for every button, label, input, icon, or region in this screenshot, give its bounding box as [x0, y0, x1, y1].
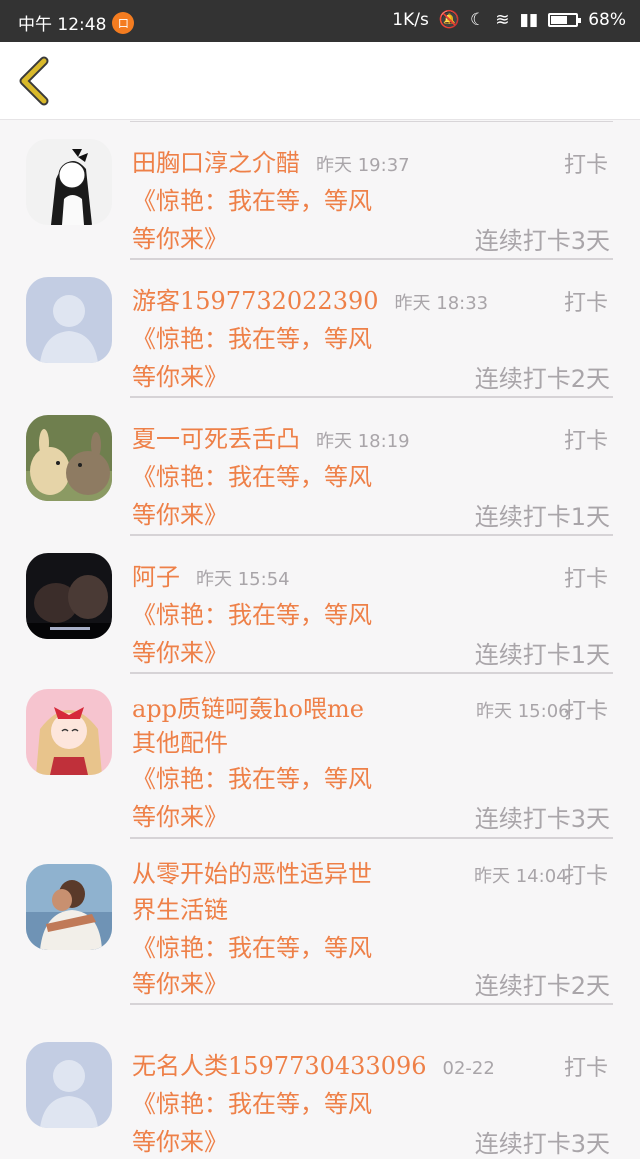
- user-name[interactable]: 无名人类15977304330​96: [132, 1052, 427, 1080]
- name-line: 夏一可死丢舌凸 昨天 18:19: [132, 419, 610, 455]
- quote-text: 《惊艳：我在等，等风: [132, 934, 372, 962]
- quote-text: 等你来》: [132, 1128, 228, 1156]
- user-name[interactable]: 从零开始的恶性适异世: [132, 860, 372, 888]
- divider: [130, 672, 613, 674]
- quote-text: 等你来》: [132, 225, 228, 253]
- back-button[interactable]: [14, 56, 54, 106]
- quote-text: 《惊艳：我在等，等风: [132, 187, 372, 215]
- status-right: 1K/s 🔕 ☾ ≋ ▮▮ 68%: [392, 10, 626, 30]
- avatar[interactable]: [26, 864, 112, 950]
- name-line: 田胸口淳之介醋 昨天 19:37: [132, 143, 610, 179]
- avatar-image: [26, 139, 112, 225]
- checkin-label: 打卡: [563, 864, 608, 889]
- streak-count: 连续打卡2天: [474, 972, 610, 1000]
- network-speed: 1K/s: [392, 10, 429, 30]
- quote-text: 等你来》: [132, 639, 228, 667]
- name-line: 游客15977320223​90 昨天 18:33: [132, 281, 610, 317]
- checkin-label: 打卡: [563, 699, 608, 724]
- avatar-image: [26, 415, 112, 501]
- user-name-continued: 界生活链: [132, 896, 228, 924]
- battery-percent: 68%: [588, 10, 626, 30]
- divider: [130, 534, 613, 536]
- avatar[interactable]: [26, 139, 112, 225]
- wifi-icon: ≋: [495, 10, 510, 30]
- name-line: 无名人类15977304330​96 02-22: [132, 1046, 610, 1082]
- avatar[interactable]: [26, 277, 112, 363]
- quote-text: 《惊艳：我在等，等风: [132, 601, 372, 629]
- divider: [130, 396, 613, 398]
- status-bar: 中午 12:48 口 1K/s 🔕 ☾ ≋ ▮▮ 68%: [0, 0, 640, 42]
- mute-icon: 🔕: [438, 10, 460, 30]
- quote-text: 等你来》: [132, 501, 228, 529]
- avatar[interactable]: [26, 689, 112, 775]
- avatar-image: [26, 864, 112, 950]
- quote-text: 等你来》: [132, 363, 228, 391]
- user-name[interactable]: 阿子: [132, 563, 180, 591]
- checkin-label: 打卡: [563, 1056, 608, 1081]
- post-time: 昨天 14:04: [474, 866, 568, 887]
- status-left: 中午 12:48 口: [18, 10, 135, 35]
- default-avatar-icon: [26, 1042, 112, 1128]
- quote-text: 《惊艳：我在等，等风: [132, 765, 372, 793]
- divider: [130, 258, 613, 260]
- streak-count: 连续打卡2天: [474, 365, 610, 393]
- default-avatar-icon: [26, 277, 112, 363]
- avatar-image: [26, 689, 112, 775]
- post-time: 昨天 18:33: [394, 293, 489, 314]
- checkin-label: 打卡: [563, 291, 608, 316]
- divider: [130, 1003, 613, 1005]
- streak-count: 连续打卡1天: [474, 503, 610, 531]
- avatar-image: [26, 553, 112, 639]
- streak-count: 连续打卡3天: [474, 1130, 610, 1158]
- avatar[interactable]: [26, 1042, 112, 1128]
- quote-text: 等你来》: [132, 970, 228, 998]
- post-time: 昨天 15:54: [196, 569, 290, 590]
- avatar[interactable]: [26, 415, 112, 501]
- avatar[interactable]: [26, 553, 112, 639]
- quote-text: 《惊艳：我在等，等风: [132, 463, 372, 491]
- quote-text: 《惊艳：我在等，等风: [132, 1090, 372, 1118]
- battery-fill: [551, 16, 568, 24]
- checkin-label: 打卡: [563, 429, 608, 454]
- checkin-label: 打卡: [563, 153, 608, 178]
- streak-count: 连续打卡1天: [474, 641, 610, 669]
- header: [0, 42, 640, 120]
- battery-icon: [548, 13, 582, 27]
- name-line: 阿子 昨天 15:54: [132, 557, 610, 593]
- user-name[interactable]: 游客15977320223​90: [132, 287, 379, 315]
- streak-count: 连续打卡3天: [474, 805, 610, 833]
- user-name[interactable]: 夏一可死丢舌凸: [132, 425, 300, 453]
- post-time: 昨天 19:37: [316, 155, 410, 176]
- checkin-label: 打卡: [563, 567, 608, 592]
- moon-icon: ☾: [469, 10, 486, 30]
- streak-count: 连续打卡3天: [474, 227, 610, 255]
- divider: [130, 121, 613, 122]
- user-name[interactable]: app质链呵轰ho喂me: [132, 695, 364, 723]
- quote-text: 等你来》: [132, 803, 228, 831]
- divider: [130, 837, 613, 839]
- user-name-continued: 其他配件: [132, 729, 228, 757]
- signal-icon: ▮▮: [519, 10, 539, 30]
- post-time: 昨天 15:06: [476, 701, 570, 722]
- post-time: 昨天 18:19: [316, 431, 410, 452]
- quote-text: 《惊艳：我在等，等风: [132, 325, 372, 353]
- app-notification-icon: 口: [112, 11, 135, 34]
- user-name[interactable]: 田胸口淳之介醋: [132, 149, 300, 177]
- chevron-left-icon: [19, 56, 49, 106]
- post-time: 02-22: [442, 1058, 495, 1079]
- status-time: 中午 12:48: [18, 15, 107, 35]
